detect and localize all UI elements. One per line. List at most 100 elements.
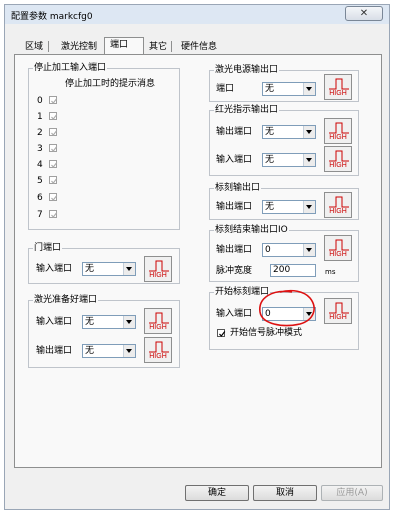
tab-port[interactable]: 端口	[104, 37, 144, 54]
chevron-down-icon[interactable]	[303, 201, 315, 213]
chevron-down-icon[interactable]	[303, 244, 315, 256]
pulse-waveform-icon	[149, 341, 169, 353]
pulse-waveform-icon	[329, 196, 349, 208]
checkmark-icon	[219, 331, 226, 337]
door-high-level-button[interactable]: HIGH	[144, 256, 172, 282]
pulse-waveform-icon	[149, 260, 169, 272]
high-label: HIGH	[329, 134, 347, 141]
close-button[interactable]: ✕	[345, 6, 383, 21]
door-input-select[interactable]: 无	[82, 262, 136, 276]
stop-port-label: 2	[37, 128, 43, 138]
tab-separator	[48, 41, 49, 52]
tab-laser-control[interactable]: 激光控制	[58, 40, 100, 54]
apply-button[interactable]: 应用(A)	[321, 485, 383, 501]
stop-port-label: 3	[37, 144, 43, 154]
mark-output-label: 输出端口	[216, 202, 253, 212]
pulse-waveform-icon	[329, 150, 349, 162]
stop-port-checkbox[interactable]	[49, 176, 58, 184]
tab-other[interactable]: 其它	[146, 40, 170, 54]
mark-output-select[interactable]: 无	[262, 200, 316, 214]
stop-port-label: 7	[37, 210, 43, 220]
red-light-output-label: 输出端口	[216, 127, 253, 137]
door-port-group-title: 门端口	[33, 243, 63, 253]
laser-ready-group-title: 激光准备好端口	[33, 295, 99, 305]
pulse-waveform-icon	[329, 302, 349, 314]
laser-power-group-title: 激光电源输出口	[214, 65, 280, 75]
laser-ready-input-select[interactable]: 无	[82, 315, 136, 329]
red-light-output-high-button[interactable]: HIGH	[324, 118, 352, 144]
ok-button[interactable]: 确定	[185, 485, 249, 501]
high-label: HIGH	[329, 251, 347, 258]
pulse-waveform-icon	[329, 239, 349, 251]
mark-end-output-value: 0	[265, 245, 271, 255]
high-label: HIGH	[149, 272, 167, 279]
mark-end-output-select[interactable]: 0	[262, 243, 316, 257]
stop-port-label: 0	[37, 96, 43, 106]
stop-port-checkbox[interactable]	[49, 128, 58, 136]
stop-input-group-title: 停止加工输入端口	[33, 63, 108, 73]
laser-ready-output-high-button[interactable]: HIGH	[144, 337, 172, 363]
chevron-down-icon[interactable]	[303, 83, 315, 95]
stop-port-label: 1	[37, 112, 43, 122]
annotation-circle	[259, 289, 315, 327]
stop-port-checkbox[interactable]	[49, 193, 58, 201]
mark-output-value: 无	[265, 202, 275, 212]
laser-power-port-select[interactable]: 无	[262, 82, 316, 96]
stop-port-checkbox[interactable]	[49, 96, 58, 104]
door-input-label: 输入端口	[36, 264, 73, 274]
start-mark-input-label: 输入端口	[216, 309, 253, 319]
pulse-mode-checkbox[interactable]	[217, 329, 226, 337]
mark-end-output-label: 输出端口	[216, 245, 253, 255]
red-light-output-value: 无	[265, 127, 275, 137]
stop-port-checkbox[interactable]	[49, 160, 58, 168]
pulse-width-input[interactable]: 200	[270, 264, 316, 277]
stop-port-label: 5	[37, 176, 43, 186]
mark-end-high-button[interactable]: HIGH	[324, 235, 352, 261]
door-input-value: 无	[85, 264, 95, 274]
mark-end-group-title: 标刻结束输出口IO	[214, 225, 289, 235]
red-light-input-select[interactable]: 无	[262, 153, 316, 167]
start-mark-high-button[interactable]: HIGH	[324, 298, 352, 324]
red-light-input-high-button[interactable]: HIGH	[324, 146, 352, 172]
high-label: HIGH	[329, 90, 347, 97]
tab-separator	[171, 41, 172, 52]
stop-port-label: 6	[37, 193, 43, 203]
stop-input-hint: 停止加工时的提示消息	[65, 79, 156, 89]
high-label: HIGH	[329, 314, 347, 321]
red-light-output-select[interactable]: 无	[262, 125, 316, 139]
laser-ready-output-value: 无	[85, 346, 95, 356]
chevron-down-icon[interactable]	[303, 126, 315, 138]
chevron-down-icon[interactable]	[123, 316, 135, 328]
high-label: HIGH	[149, 353, 167, 360]
laser-ready-input-value: 无	[85, 317, 95, 327]
high-label: HIGH	[329, 208, 347, 215]
red-light-input-label: 输入端口	[216, 155, 253, 165]
pulse-waveform-icon	[329, 122, 349, 134]
laser-ready-output-select[interactable]: 无	[82, 344, 136, 358]
high-label: HIGH	[149, 324, 167, 331]
tab-region[interactable]: 区域	[22, 40, 46, 54]
chevron-down-icon[interactable]	[123, 345, 135, 357]
chevron-down-icon[interactable]	[123, 263, 135, 275]
laser-power-port-value: 无	[265, 84, 275, 94]
stop-port-checkbox[interactable]	[49, 210, 58, 218]
chevron-down-icon[interactable]	[303, 154, 315, 166]
cancel-button[interactable]: 取消	[253, 485, 317, 501]
window-title: 配置参数 markcfg0	[11, 12, 93, 22]
tab-hardware-info[interactable]: 硬件信息	[178, 40, 220, 54]
stop-port-label: 4	[37, 160, 43, 170]
stop-port-checkbox[interactable]	[49, 144, 58, 152]
pulse-width-unit: ms	[325, 268, 336, 276]
high-label: HIGH	[329, 162, 347, 169]
pulse-waveform-icon	[149, 312, 169, 324]
laser-ready-output-label: 输出端口	[36, 346, 73, 356]
mark-output-group-title: 标刻输出口	[214, 183, 262, 193]
pulse-waveform-icon	[329, 78, 349, 90]
mark-output-high-button[interactable]: HIGH	[324, 192, 352, 218]
laser-power-port-label: 端口	[216, 84, 235, 94]
laser-ready-input-high-button[interactable]: HIGH	[144, 308, 172, 334]
pulse-width-label: 脉冲宽度	[216, 266, 253, 276]
red-light-group-title: 红光指示输出口	[214, 105, 280, 115]
stop-port-checkbox[interactable]	[49, 112, 58, 120]
laser-power-high-button[interactable]: HIGH	[324, 74, 352, 100]
